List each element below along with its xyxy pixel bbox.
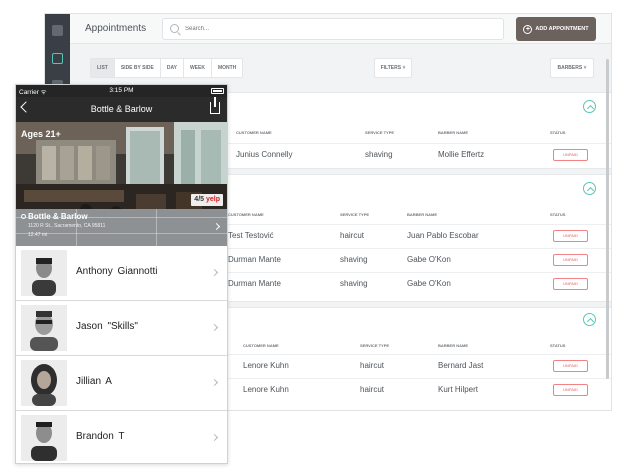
column-header-customer: CUSTOMER NAME xyxy=(236,130,272,135)
tab-side-by-side[interactable]: SIDE BY SIDE xyxy=(115,59,161,77)
column-header-status: STATUS xyxy=(550,212,566,217)
tab-month[interactable]: MONTH xyxy=(212,59,242,77)
barber-name: Anthony Giannotti xyxy=(76,266,158,277)
nav-title: Bottle & Barlow xyxy=(90,104,153,114)
list-item[interactable]: Brandon T xyxy=(16,411,227,463)
barber-name: Bernard Jast xyxy=(438,361,484,370)
collapse-icon[interactable] xyxy=(583,313,596,326)
top-bar: Appointments + ADD APPOINTMENT xyxy=(70,14,611,44)
tab-week[interactable]: WEEK xyxy=(184,59,212,77)
avatar xyxy=(21,415,67,461)
service-type: shaving xyxy=(340,279,368,288)
avatar xyxy=(21,360,67,406)
chevron-right-icon xyxy=(210,433,219,442)
column-header-barber: BARBER NAME xyxy=(438,343,468,348)
plus-circle-icon: + xyxy=(523,24,533,34)
service-type: shaving xyxy=(340,255,368,264)
chevron-right-icon xyxy=(210,378,219,387)
barber-name: Gabe O'Kon xyxy=(407,279,451,288)
filters-label: FILTERS xyxy=(380,65,402,71)
map-street xyxy=(156,209,157,246)
barber-name: Brandon T xyxy=(76,431,125,442)
status-badge[interactable]: UNPAID xyxy=(553,149,588,161)
barber-name: Juan Pablo Escobar xyxy=(407,231,479,240)
share-icon[interactable] xyxy=(210,97,220,114)
mobile-app-overlay: Carrier ᯤ 3:15 PM Bottle & Barlow Ages 2… xyxy=(15,84,228,464)
search-box[interactable] xyxy=(162,18,504,40)
barber-list: Anthony Giannotti Jason "Skills" Jillian… xyxy=(16,246,227,463)
search-input[interactable] xyxy=(185,22,485,36)
avatar xyxy=(21,250,67,296)
collapse-icon[interactable] xyxy=(583,182,596,195)
map-street xyxy=(16,233,227,234)
service-type: haircut xyxy=(360,361,385,370)
barbers-dropdown[interactable]: BARBERS ˅ xyxy=(550,58,594,78)
customer-name: Lenore Kuhn xyxy=(243,385,289,394)
chevron-right-icon xyxy=(210,268,219,277)
customer-name: Junius Connelly xyxy=(236,150,293,159)
customer-name: Durman Mante xyxy=(228,279,281,288)
yelp-logo: yelp xyxy=(205,196,220,203)
service-type: shaving xyxy=(365,150,393,159)
calendar-icon[interactable] xyxy=(52,53,63,64)
barber-name: Jillian A xyxy=(76,376,112,387)
age-restriction-label: Ages 21+ xyxy=(21,129,61,139)
chevron-right-icon xyxy=(212,222,221,231)
barber-name: Gabe O'Kon xyxy=(407,255,451,264)
screenshot-root: Appointments + ADD APPOINTMENT LIST SIDE… xyxy=(0,0,625,476)
list-item[interactable]: Anthony Giannotti xyxy=(16,246,227,301)
status-badge[interactable]: UNPAID xyxy=(553,384,588,396)
battery-icon xyxy=(211,88,224,94)
column-header-customer: CUSTOMER NAME xyxy=(243,343,279,348)
list-item[interactable]: Jillian A xyxy=(16,356,227,411)
scrollbar[interactable] xyxy=(606,59,609,379)
tab-list[interactable]: LIST xyxy=(91,59,115,77)
barbers-label: BARBERS xyxy=(557,65,583,71)
nav-bar: Bottle & Barlow xyxy=(16,97,227,122)
add-appointment-label: ADD APPOINTMENT xyxy=(535,26,589,32)
status-bar: Carrier ᯤ 3:15 PM xyxy=(16,85,227,97)
service-type: haircut xyxy=(360,385,385,394)
clock: 3:15 PM xyxy=(109,87,134,94)
status-badge[interactable]: UNPAID xyxy=(553,230,588,242)
collapse-icon[interactable] xyxy=(583,100,596,113)
shop-address: 1120 R St., Sacramento, CA 95811 xyxy=(28,223,106,229)
barber-name: Kurt Hilpert xyxy=(438,385,479,394)
status-badge[interactable]: UNPAID xyxy=(553,278,588,290)
column-header-status: STATUS xyxy=(550,130,566,135)
customer-name: Lenore Kuhn xyxy=(243,361,289,370)
barber-name: Jason "Skills" xyxy=(76,321,138,332)
column-header-service: SERVICE TYPE xyxy=(340,212,370,217)
tab-day[interactable]: DAY xyxy=(161,59,184,77)
list-item[interactable]: Jason "Skills" xyxy=(16,301,227,356)
yelp-rating-badge[interactable]: 4/5 yelp xyxy=(191,194,223,206)
status-badge[interactable]: UNPAID xyxy=(553,360,588,372)
customer-name: Durman Mante xyxy=(228,255,281,264)
customer-name: Test Testović xyxy=(228,231,274,240)
location-bar[interactable]: Bottle & Barlow 1120 R St., Sacramento, … xyxy=(16,209,227,246)
column-header-service: SERVICE TYPE xyxy=(360,343,390,348)
add-appointment-button[interactable]: + ADD APPOINTMENT xyxy=(516,17,596,41)
column-header-customer: CUSTOMER NAME xyxy=(228,212,264,217)
status-badge[interactable]: UNPAID xyxy=(553,254,588,266)
search-icon xyxy=(170,24,179,33)
avatar xyxy=(21,305,67,351)
column-header-service: SERVICE TYPE xyxy=(365,130,395,135)
shop-name: Bottle & Barlow xyxy=(28,212,88,221)
filters-dropdown[interactable]: FILTERS ˅ xyxy=(374,58,412,78)
column-header-barber: BARBER NAME xyxy=(438,130,468,135)
column-header-barber: BARBER NAME xyxy=(407,212,437,217)
column-header-status: STATUS xyxy=(550,343,566,348)
service-type: haircut xyxy=(340,231,365,240)
location-pin-icon xyxy=(21,214,26,219)
shop-distance: 12.47 mi xyxy=(28,232,48,238)
view-switcher: LIST SIDE BY SIDE DAY WEEK MONTH xyxy=(90,58,244,78)
store-icon[interactable] xyxy=(52,25,63,36)
page-title: Appointments xyxy=(85,23,147,34)
rating-value: 4/5 xyxy=(194,196,205,203)
chevron-right-icon xyxy=(210,323,219,332)
barber-name: Mollie Effertz xyxy=(438,150,485,159)
